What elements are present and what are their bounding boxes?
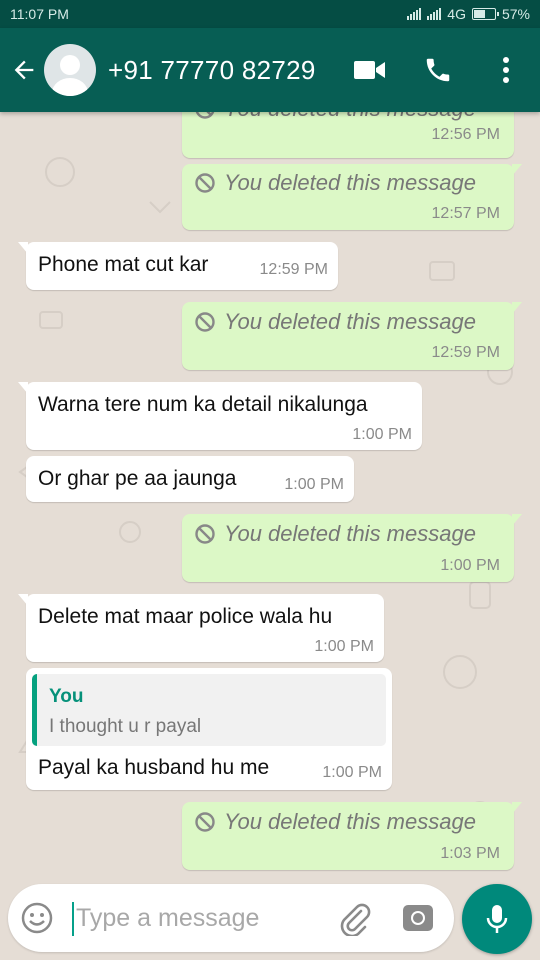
- emoji-icon: [21, 902, 53, 934]
- voice-message-button[interactable]: [462, 884, 532, 954]
- message-bubble-outgoing[interactable]: You deleted this message 12:56 PM: [182, 112, 514, 158]
- contact-name[interactable]: +91 77770 82729: [108, 55, 336, 86]
- camera-button[interactable]: [402, 902, 434, 934]
- quoted-text: I thought u r payal: [49, 716, 202, 737]
- back-button[interactable]: [2, 28, 46, 112]
- deleted-message-text: You deleted this message: [224, 112, 476, 122]
- deleted-message: You deleted this message: [194, 309, 476, 335]
- phone-icon: [426, 58, 450, 82]
- chat-area[interactable]: You deleted this message 12:56 PM You de…: [0, 112, 540, 878]
- text-cursor: [72, 902, 74, 936]
- camera-icon: [403, 905, 433, 931]
- message-time: 12:59 PM: [431, 344, 500, 361]
- blocked-circle-icon: [195, 812, 215, 832]
- battery-percent: 57%: [501, 6, 530, 22]
- message-text: Or ghar pe aa jaunga: [38, 467, 237, 490]
- contact-avatar[interactable]: [44, 44, 96, 96]
- message-input[interactable]: [76, 898, 276, 938]
- deleted-message: You deleted this message: [194, 170, 476, 196]
- message-bubble-incoming[interactable]: Delete mat maar police wala hu 1:00 PM: [18, 594, 384, 662]
- blocked-circle-icon: [195, 173, 215, 193]
- message-time: 12:59 PM: [259, 261, 328, 278]
- message-bubble-outgoing[interactable]: You deleted this message 12:57 PM: [182, 164, 522, 230]
- message-time: 1:00 PM: [314, 638, 374, 655]
- deleted-message-text: You deleted this message: [224, 170, 476, 195]
- quoted-message[interactable]: You I thought u r payal: [32, 674, 386, 746]
- message-text: Delete mat maar police wala hu: [38, 605, 333, 628]
- message-time: 1:00 PM: [440, 557, 500, 574]
- signal-icon: [407, 8, 422, 20]
- video-call-icon: [354, 61, 385, 79]
- blocked-circle-icon: [195, 312, 215, 332]
- message-bubble-incoming[interactable]: Warna tere num ka detail nikalunga 1:00 …: [18, 382, 422, 450]
- message-time: 12:56 PM: [431, 126, 500, 143]
- message-time: 1:00 PM: [352, 426, 412, 443]
- deleted-message-text: You deleted this message: [224, 521, 476, 546]
- message-text: Payal ka husband hu me: [38, 756, 270, 779]
- status-indicators: 4G 57%: [407, 6, 530, 22]
- deleted-message: You deleted this message: [194, 521, 476, 547]
- quoted-author: You: [49, 686, 84, 707]
- message-text: Warna tere num ka detail nikalunga: [38, 393, 368, 416]
- paperclip-icon: [340, 903, 371, 938]
- message-bubble-incoming[interactable]: You I thought u r payal Payal ka husband…: [26, 668, 392, 790]
- message-time: 1:00 PM: [322, 764, 382, 781]
- deleted-message-text: You deleted this message: [224, 809, 476, 834]
- deleted-message: You deleted this message: [194, 112, 476, 122]
- more-options-button[interactable]: [472, 28, 540, 112]
- emoji-button[interactable]: [20, 901, 54, 935]
- deleted-message: You deleted this message: [194, 809, 476, 835]
- microphone-icon: [486, 905, 508, 933]
- arrow-left-icon: [14, 60, 34, 80]
- message-time: 1:03 PM: [440, 845, 500, 862]
- message-bubble-incoming[interactable]: Or ghar pe aa jaunga 1:00 PM: [26, 456, 354, 502]
- message-bubble-outgoing[interactable]: You deleted this message 1:00 PM: [182, 514, 522, 582]
- battery-icon: [471, 8, 499, 20]
- network-type: 4G: [447, 6, 466, 22]
- message-bubble-outgoing[interactable]: You deleted this message 1:03 PM: [182, 802, 522, 870]
- signal-icon: [427, 8, 442, 20]
- voice-call-button[interactable]: [404, 28, 472, 112]
- status-bar: 11:07 PM 4G 57%: [0, 0, 540, 28]
- chat-header: +91 77770 82729: [0, 28, 540, 112]
- video-call-button[interactable]: [336, 28, 404, 112]
- message-text: Phone mat cut kar: [38, 253, 209, 276]
- status-time: 11:07 PM: [10, 6, 69, 22]
- more-vert-icon: [503, 57, 509, 83]
- attach-button[interactable]: [336, 900, 372, 938]
- message-time: 12:57 PM: [431, 205, 500, 222]
- message-time: 1:00 PM: [284, 476, 344, 493]
- blocked-circle-icon: [195, 524, 215, 544]
- message-bubble-outgoing[interactable]: You deleted this message 12:59 PM: [182, 302, 522, 370]
- deleted-message-text: You deleted this message: [224, 309, 476, 334]
- message-bubble-incoming[interactable]: Phone mat cut kar 12:59 PM: [18, 242, 338, 290]
- message-compose-bar: [8, 884, 454, 952]
- blocked-circle-icon: [195, 112, 215, 119]
